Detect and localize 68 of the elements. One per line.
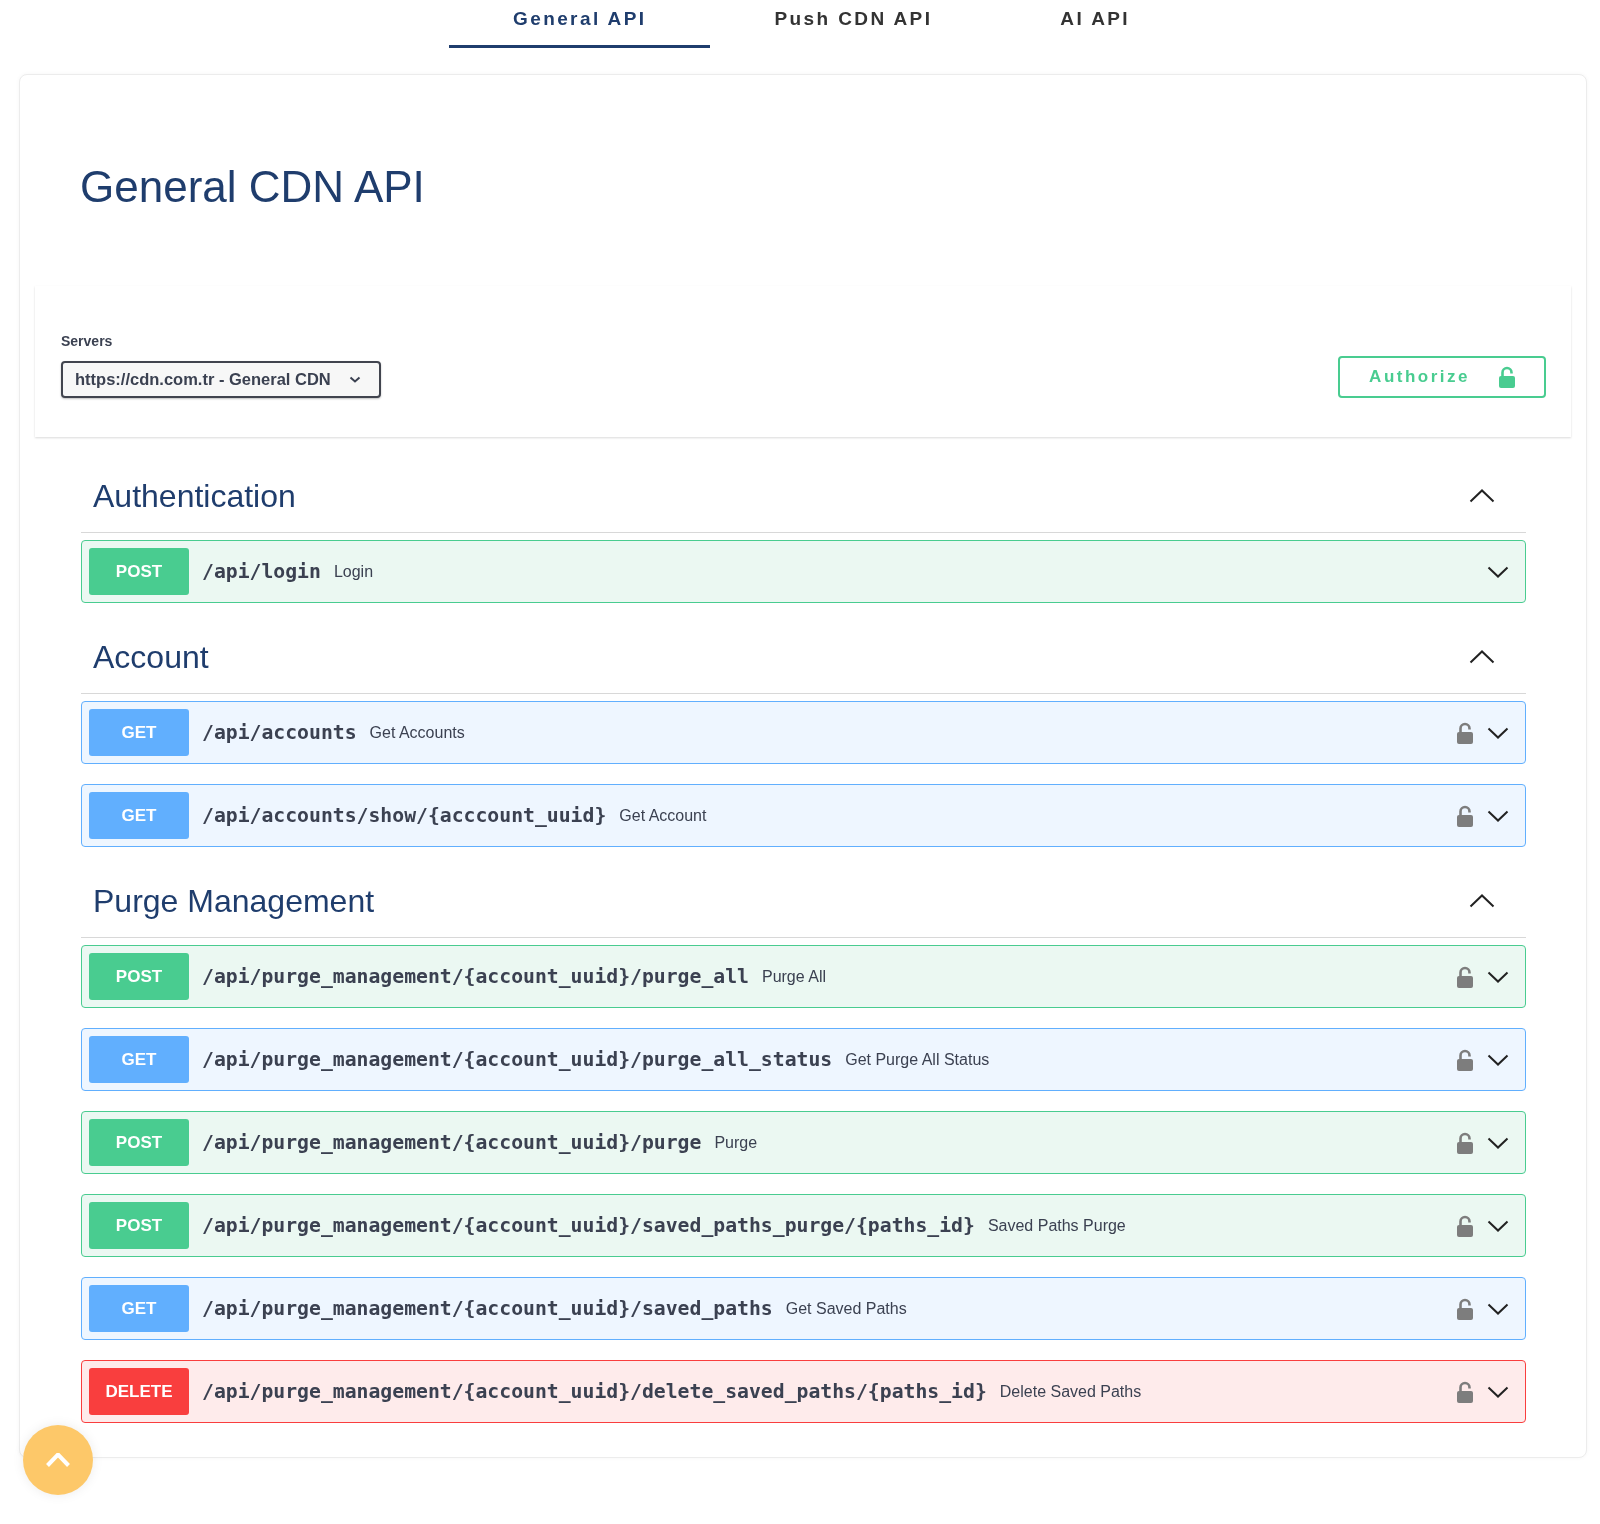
endpoint-summary: Saved Paths Purge — [987, 1216, 1126, 1235]
chevron-up-icon[interactable] — [1469, 489, 1495, 503]
chevron-up-icon — [46, 1453, 70, 1467]
lock-icon — [1498, 366, 1516, 388]
endpoint-path: /api/purge_management/{account_uuid}/purge_all — [202, 965, 749, 988]
endpoint-summary: Get Accounts — [369, 723, 465, 742]
tab[interactable]: General API — [449, 0, 711, 48]
endpoint-path: /api/purge_management/{account_uuid}/purge_all_status — [202, 1048, 833, 1071]
endpoint-summary: Get Account — [619, 806, 707, 825]
method-badge: GET — [89, 1036, 189, 1083]
method-badge: POST — [89, 1202, 189, 1249]
method-badge: POST — [89, 1119, 189, 1166]
lock-icon[interactable] — [1456, 1131, 1474, 1154]
chevron-up-icon[interactable] — [1469, 894, 1495, 908]
chevron-down-icon[interactable] — [1487, 1385, 1509, 1398]
endpoint-path: /api/login — [202, 560, 321, 583]
section-title: Purge Management — [93, 882, 375, 921]
lock-icon[interactable] — [1456, 1380, 1474, 1403]
chevron-down-icon[interactable] — [1487, 1053, 1509, 1066]
lock-icon[interactable] — [1456, 804, 1474, 827]
operation-row[interactable]: GET /api/purge_management/{account_uuid}/saved_paths Get Saved Paths — [81, 1277, 1526, 1340]
chevron-down-icon[interactable] — [1487, 726, 1509, 739]
endpoint-path: /api/purge_management/{account_uuid}/saved_paths_purge/{paths_id} — [202, 1214, 975, 1237]
method-badge: POST — [89, 548, 189, 595]
operation-row[interactable]: GET /api/purge_management/{account_uuid}/purge_all_status Get Purge All Status — [81, 1028, 1526, 1091]
endpoint-path: /api/purge_management/{account_uuid}/purge — [202, 1131, 702, 1154]
method-badge: POST — [89, 953, 189, 1000]
endpoint-summary: Delete Saved Paths — [999, 1382, 1142, 1401]
operation-row[interactable]: POST /api/purge_management/{account_uuid}/purge_all Purge All — [81, 945, 1526, 1008]
operation-row[interactable]: POST /api/login Login — [81, 540, 1526, 603]
lock-icon[interactable] — [1456, 965, 1474, 988]
endpoint-summary: Purge — [714, 1133, 758, 1152]
servers-label: Servers — [61, 333, 113, 349]
method-badge: GET — [89, 709, 189, 756]
method-badge: DELETE — [89, 1368, 189, 1415]
lock-icon[interactable] — [1456, 721, 1474, 744]
section-title: Account — [93, 638, 209, 677]
operation-row[interactable]: DELETE /api/purge_management/{account_uuid}/delete_saved_paths/{paths_id} Delete Saved Paths — [81, 1360, 1526, 1423]
endpoint-path: /api/purge_management/{account_uuid}/saved_paths — [202, 1297, 773, 1320]
endpoint-summary: Purge All — [761, 967, 826, 986]
chevron-down-icon — [348, 376, 361, 383]
endpoint-summary: Login — [333, 562, 374, 581]
operation-row[interactable]: GET /api/accounts Get Accounts — [81, 701, 1526, 764]
chevron-up-icon[interactable] — [1469, 650, 1495, 664]
endpoint-summary: Get Saved Paths — [785, 1299, 907, 1318]
endpoint-path: /api/accounts — [202, 721, 357, 744]
page-title: General CDN API — [79, 161, 426, 213]
chevron-down-icon[interactable] — [1487, 1302, 1509, 1315]
operation-row[interactable]: POST /api/purge_management/{account_uuid}/saved_paths_purge/{paths_id} Saved Paths Purge — [81, 1194, 1526, 1257]
lock-icon[interactable] — [1456, 1048, 1474, 1071]
tab[interactable]: Push CDN API — [710, 0, 997, 48]
endpoint-path: /api/purge_management/{account_uuid}/delete_saved_paths/{paths_id} — [202, 1380, 987, 1403]
lock-icon[interactable] — [1456, 1214, 1474, 1237]
chevron-down-icon[interactable] — [1487, 809, 1509, 822]
method-badge: GET — [89, 1285, 189, 1332]
chevron-down-icon[interactable] — [1487, 970, 1509, 983]
chevron-down-icon[interactable] — [1487, 1136, 1509, 1149]
chevron-down-icon[interactable] — [1487, 565, 1509, 578]
chevron-down-icon[interactable] — [1487, 1219, 1509, 1232]
lock-icon[interactable] — [1456, 1297, 1474, 1320]
operation-row[interactable]: POST /api/purge_management/{account_uuid}/purge Purge — [81, 1111, 1526, 1174]
method-badge: GET — [89, 792, 189, 839]
tab[interactable]: AI API — [996, 0, 1194, 48]
endpoint-summary: Get Purge All Status — [845, 1050, 990, 1069]
endpoint-path: /api/accounts/show/{acccount_uuid} — [202, 804, 607, 827]
operation-row[interactable]: GET /api/accounts/show/{acccount_uuid} Get Account — [81, 784, 1526, 847]
section-title: Authentication — [93, 477, 296, 516]
server-select[interactable]: https://cdn.com.tr - General CDN — [61, 361, 381, 398]
